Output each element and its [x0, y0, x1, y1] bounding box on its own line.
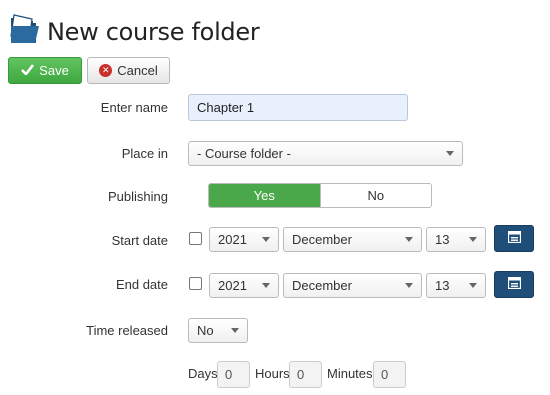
- days-input[interactable]: 0: [217, 361, 250, 388]
- publishing-no-option[interactable]: No: [319, 184, 431, 207]
- calendar-icon: [507, 230, 521, 246]
- chevron-down-icon: [405, 283, 413, 288]
- place-in-label: Place in: [121, 146, 168, 161]
- end-day-value: 13: [435, 278, 450, 293]
- publishing-yes-option[interactable]: Yes: [209, 184, 320, 207]
- minutes-label: Minutes: [327, 366, 373, 381]
- minutes-input[interactable]: 0: [373, 361, 406, 388]
- cancel-button-label: Cancel: [117, 63, 158, 78]
- x-circle-icon: ✕: [99, 64, 113, 77]
- hours-label: Hours: [255, 366, 290, 381]
- start-date-checkbox[interactable]: [189, 232, 202, 245]
- time-released-label: Time released: [86, 323, 168, 338]
- place-in-select[interactable]: - Course folder -: [188, 141, 463, 166]
- chevron-down-icon: [262, 283, 270, 288]
- end-date-calendar-button[interactable]: [494, 271, 534, 298]
- time-released-select[interactable]: No: [188, 318, 248, 343]
- chevron-down-icon: [469, 283, 477, 288]
- name-field[interactable]: Chapter 1: [188, 94, 408, 121]
- start-year-select[interactable]: 2021: [209, 227, 279, 252]
- start-month-select[interactable]: December: [283, 227, 422, 252]
- start-date-calendar-button[interactable]: [494, 225, 534, 252]
- publishing-toggle[interactable]: Yes No: [208, 183, 432, 208]
- end-month-select[interactable]: December: [283, 273, 422, 298]
- save-button-label: Save: [39, 63, 69, 78]
- folder-icon: [8, 12, 42, 46]
- end-date-label: End date: [115, 277, 168, 292]
- start-day-value: 13: [435, 232, 450, 247]
- page-title: New course folder: [47, 18, 260, 46]
- start-day-select[interactable]: 13: [426, 227, 486, 252]
- publishing-label: Publishing: [108, 189, 168, 204]
- hours-input[interactable]: 0: [289, 361, 322, 388]
- chevron-down-icon: [262, 237, 270, 242]
- end-month-value: December: [292, 278, 352, 293]
- time-released-value: No: [197, 323, 214, 338]
- check-icon: [21, 63, 35, 78]
- end-date-checkbox[interactable]: [189, 277, 202, 290]
- chevron-down-icon: [405, 237, 413, 242]
- calendar-icon: [507, 276, 521, 292]
- chevron-down-icon: [446, 151, 454, 156]
- start-date-label: Start date: [111, 233, 168, 248]
- chevron-down-icon: [469, 237, 477, 242]
- start-month-value: December: [292, 232, 352, 247]
- start-year-value: 2021: [218, 232, 247, 247]
- end-year-select[interactable]: 2021: [209, 273, 279, 298]
- chevron-down-icon: [231, 328, 239, 333]
- name-label: Enter name: [100, 100, 168, 115]
- days-label: Days: [188, 366, 218, 381]
- cancel-button[interactable]: ✕ Cancel: [87, 57, 170, 84]
- end-year-value: 2021: [218, 278, 247, 293]
- save-button[interactable]: Save: [8, 57, 82, 84]
- end-day-select[interactable]: 13: [426, 273, 486, 298]
- place-in-value: - Course folder -: [197, 146, 291, 161]
